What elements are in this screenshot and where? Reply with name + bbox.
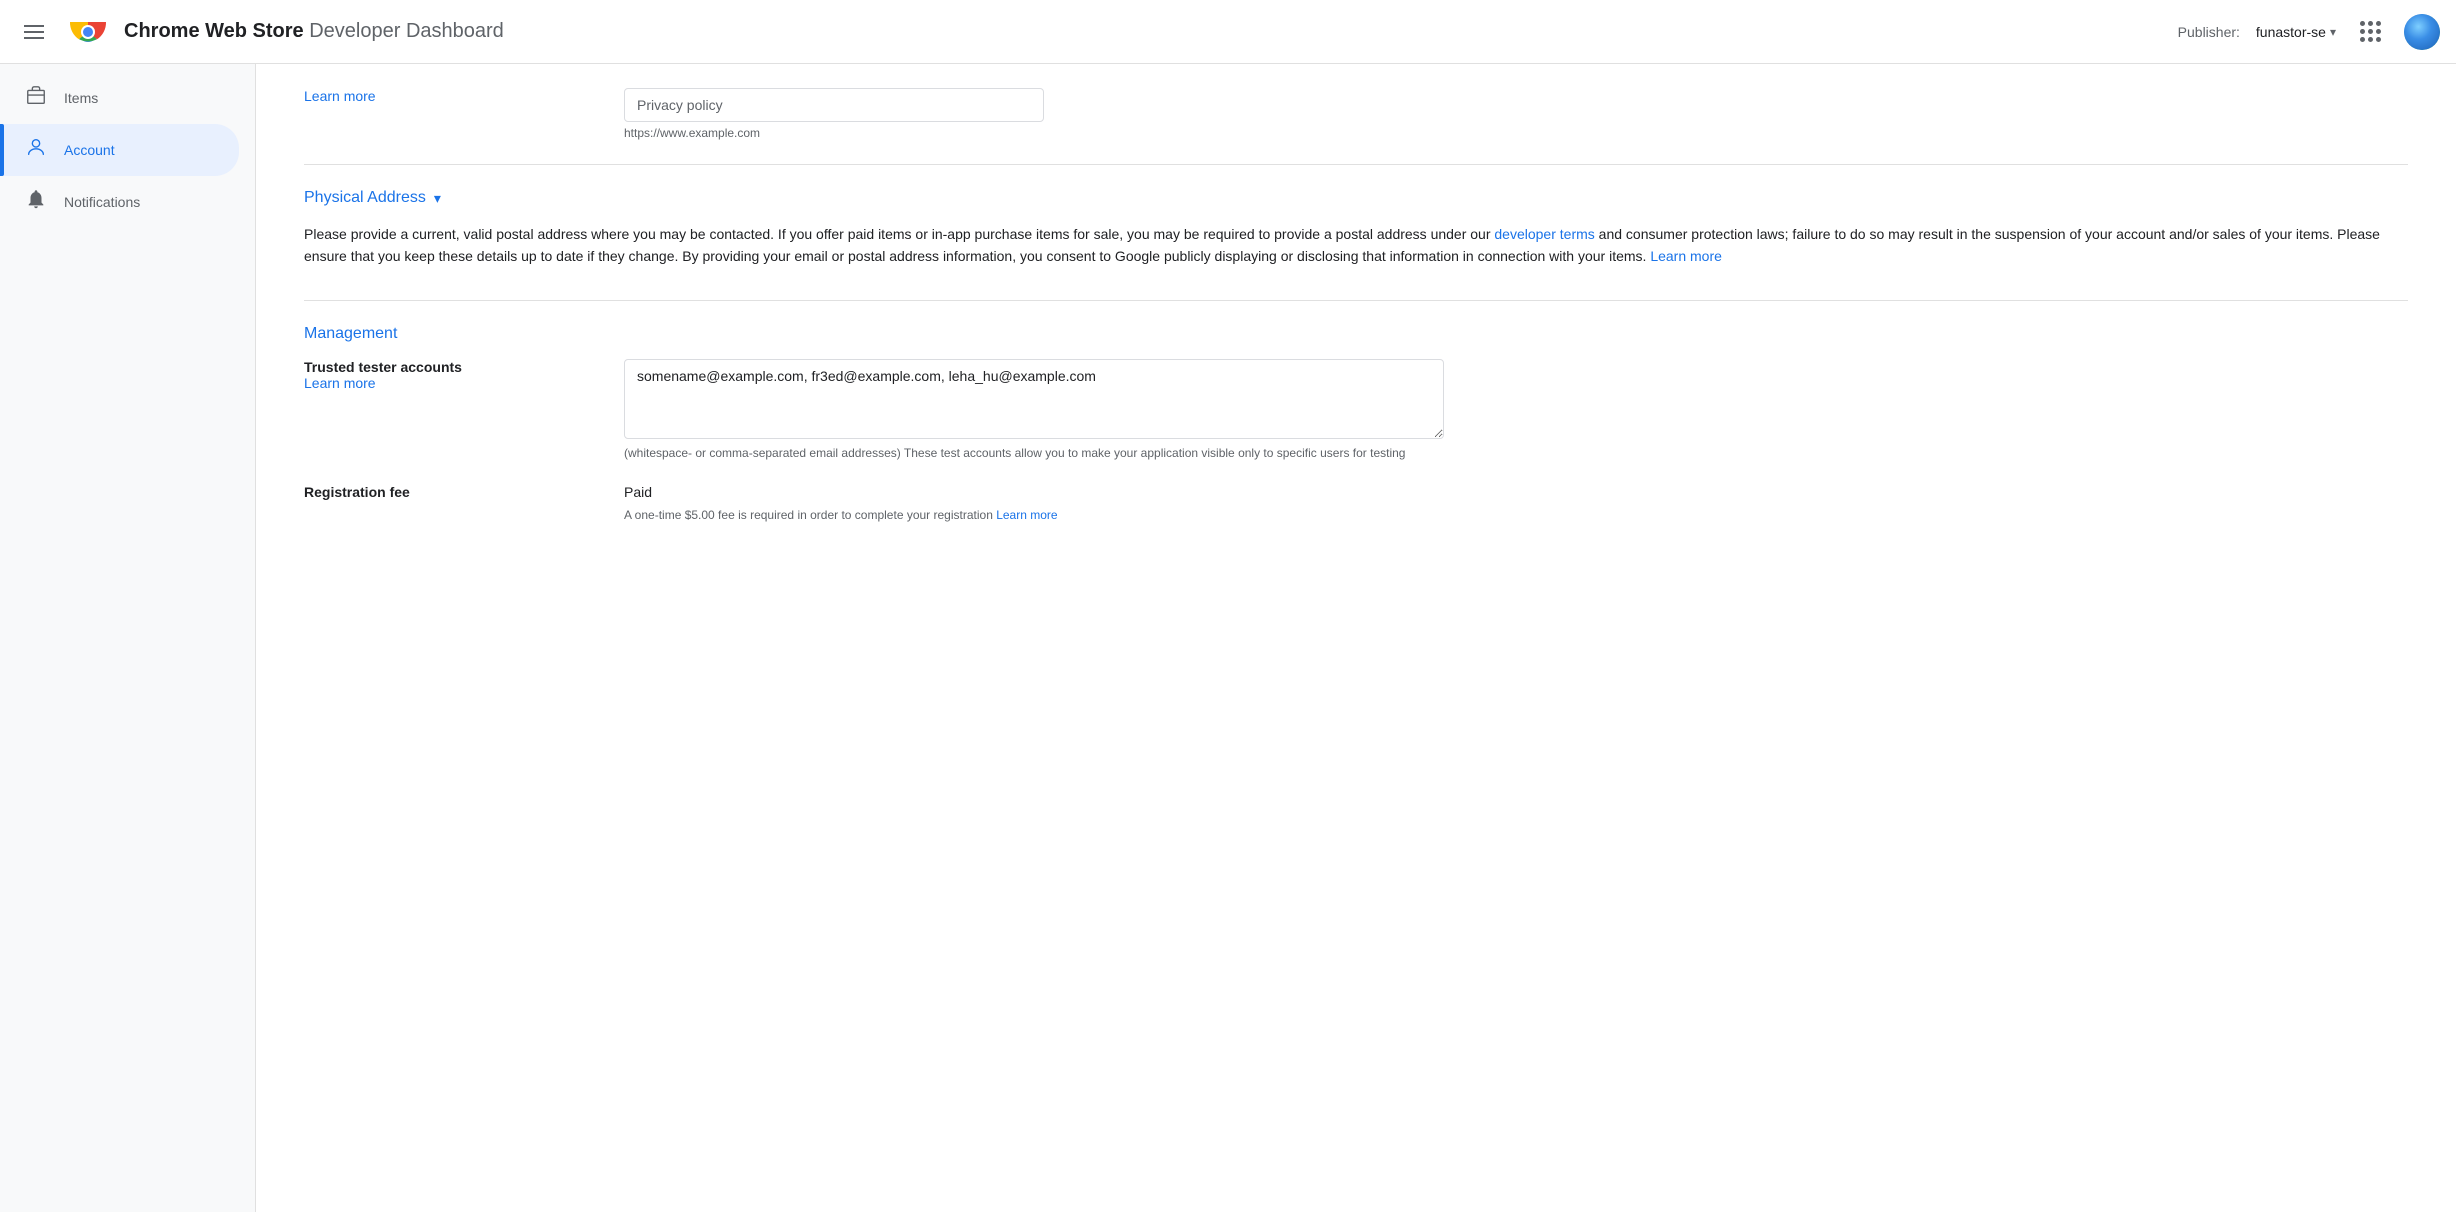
- main-layout: Items Account Notifications: [0, 64, 2456, 1212]
- privacy-policy-hint: https://www.example.com: [624, 126, 2408, 140]
- apps-grid-button[interactable]: [2352, 14, 2388, 50]
- trusted-tester-input-col: somename@example.com, fr3ed@example.com,…: [624, 359, 2408, 460]
- header-right: Publisher: funastor-se ▾: [2178, 14, 2440, 50]
- header-left: Chrome Web Store Developer Dashboard: [16, 12, 504, 52]
- account-icon: [24, 136, 48, 164]
- section-divider-2: [304, 300, 2408, 301]
- privacy-policy-label-col: Learn more: [304, 88, 584, 104]
- registration-fee-learn-more-link[interactable]: Learn more: [996, 508, 1057, 522]
- sidebar: Items Account Notifications: [0, 64, 256, 1212]
- dashboard-label: Developer Dashboard: [309, 20, 504, 42]
- trusted-tester-label: Trusted tester accounts: [304, 359, 584, 375]
- registration-fee-value-col: Paid A one-time $5.00 fee is required in…: [624, 484, 2408, 522]
- physical-address-section: Physical Address ▾ Please provide a curr…: [304, 189, 2408, 268]
- publisher-selector[interactable]: funastor-se ▾: [2256, 24, 2336, 40]
- physical-address-expand-icon: ▾: [434, 190, 441, 207]
- sidebar-item-account[interactable]: Account: [0, 124, 239, 176]
- developer-terms-link[interactable]: developer terms: [1494, 226, 1594, 242]
- section-divider-1: [304, 164, 2408, 165]
- address-description: Please provide a current, valid postal a…: [304, 223, 2408, 268]
- chrome-logo-icon: [68, 12, 108, 52]
- header-title: Chrome Web Store Developer Dashboard: [124, 20, 504, 43]
- trusted-tester-hint: (whitespace- or comma-separated email ad…: [624, 446, 1444, 460]
- grid-dots-icon: [2360, 21, 2381, 42]
- physical-address-title[interactable]: Physical Address ▾: [304, 189, 2408, 207]
- logo-container: [68, 12, 108, 52]
- management-title: Management: [304, 325, 2408, 343]
- chevron-down-icon: ▾: [2330, 25, 2336, 39]
- privacy-policy-input[interactable]: [624, 88, 1044, 122]
- items-label: Items: [64, 90, 98, 106]
- sidebar-item-items[interactable]: Items: [0, 72, 239, 124]
- publisher-label: Publisher:: [2178, 24, 2240, 40]
- management-section: Management Trusted tester accounts Learn…: [304, 325, 2408, 522]
- registration-fee-hint: A one-time $5.00 fee is required in orde…: [624, 508, 2408, 522]
- items-icon: [24, 84, 48, 112]
- user-avatar[interactable]: [2404, 14, 2440, 50]
- privacy-policy-row: Learn more https://www.example.com: [304, 88, 2408, 140]
- registration-fee-row: Registration fee Paid A one-time $5.00 f…: [304, 484, 2408, 522]
- main-content: Learn more https://www.example.com Physi…: [256, 64, 2456, 1212]
- registration-fee-label: Registration fee: [304, 484, 584, 500]
- physical-address-learn-more-link[interactable]: Learn more: [1650, 248, 1722, 264]
- publisher-name-text: funastor-se: [2256, 24, 2326, 40]
- trusted-tester-learn-more-link[interactable]: Learn more: [304, 375, 376, 391]
- trusted-tester-textarea[interactable]: somename@example.com, fr3ed@example.com,…: [624, 359, 1444, 439]
- registration-fee-label-col: Registration fee: [304, 484, 584, 500]
- notifications-label: Notifications: [64, 194, 140, 210]
- app-header: Chrome Web Store Developer Dashboard Pub…: [0, 0, 2456, 64]
- trusted-tester-label-col: Trusted tester accounts Learn more: [304, 359, 584, 391]
- privacy-policy-learn-more-link[interactable]: Learn more: [304, 88, 376, 104]
- app-name-label: Chrome Web Store: [124, 20, 304, 42]
- registration-fee-value: Paid: [624, 484, 2408, 500]
- sidebar-item-notifications[interactable]: Notifications: [0, 176, 239, 228]
- notifications-icon: [24, 188, 48, 216]
- account-label: Account: [64, 142, 115, 158]
- hamburger-menu[interactable]: [16, 17, 52, 47]
- management-title-text: Management: [304, 325, 397, 343]
- privacy-policy-input-col: https://www.example.com: [624, 88, 2408, 140]
- trusted-tester-row: Trusted tester accounts Learn more somen…: [304, 359, 2408, 460]
- physical-address-title-text: Physical Address: [304, 189, 426, 207]
